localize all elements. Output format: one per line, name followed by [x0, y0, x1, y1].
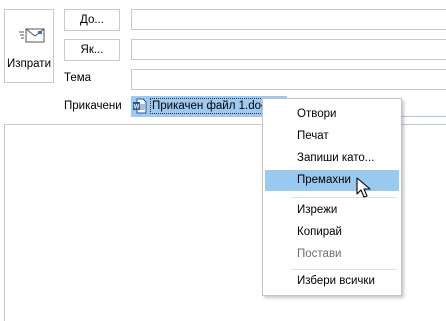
menu-separator [291, 269, 397, 270]
menu-item-cut[interactable]: Изрежи [265, 200, 399, 221]
menu-item-copy[interactable]: Копирай [265, 222, 399, 243]
to-button[interactable]: До... [64, 9, 120, 31]
compose-window: Изпрати До... Як... Тема Прикачени W При… [0, 0, 446, 321]
subject-label: Тема [64, 72, 92, 84]
menu-item-open[interactable]: Отвори [265, 104, 399, 125]
context-menu: Отвори Печат Запиши като... Премахни Изр… [262, 98, 402, 296]
cc-field[interactable] [131, 39, 446, 60]
mouse-pointer-icon [356, 177, 371, 198]
send-label: Изпрати [7, 58, 51, 70]
cc-button[interactable]: Як... [64, 39, 120, 61]
send-button[interactable]: Изпрати [4, 9, 54, 83]
menu-item-save-as[interactable]: Запиши като... [265, 148, 399, 169]
word-document-icon: W [133, 98, 147, 114]
menu-item-print[interactable]: Печат [265, 126, 399, 147]
menu-item-select-all[interactable]: Избери всички [265, 271, 399, 292]
svg-text:W: W [134, 105, 140, 111]
attached-label: Прикачени [64, 100, 122, 112]
menu-separator [291, 197, 397, 198]
send-envelope-icon [19, 28, 45, 43]
attachment-name: Прикачен файл 1.doc [150, 98, 269, 114]
subject-field[interactable] [131, 69, 446, 90]
menu-item-paste[interactable]: Постави [265, 244, 399, 265]
to-field[interactable] [131, 9, 446, 30]
menu-item-remove[interactable]: Премахни [265, 170, 399, 191]
